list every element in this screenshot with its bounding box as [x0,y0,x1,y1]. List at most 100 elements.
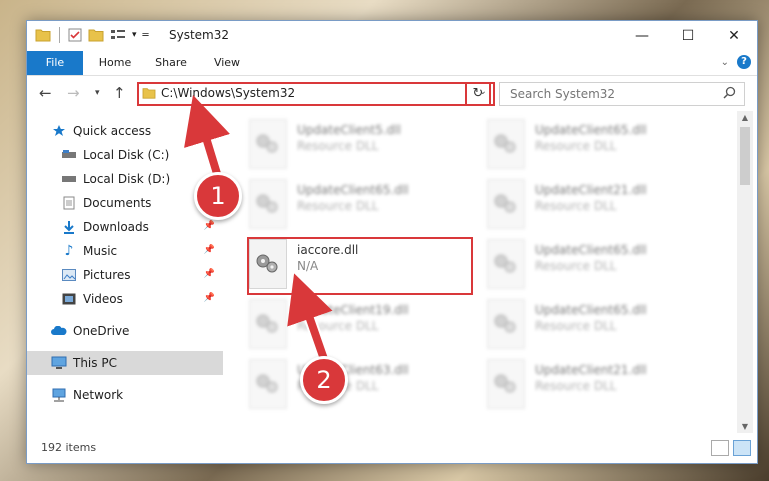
gears-icon [256,194,278,213]
sidebar-item-label: Downloads [83,220,149,234]
file-item[interactable]: UpdateClient21.dll Resource DLL [487,177,717,231]
gears-icon [256,374,278,393]
new-folder-icon[interactable] [88,28,104,42]
search-input[interactable] [508,86,712,102]
scroll-up-icon[interactable]: ▲ [737,113,753,122]
highlight-box [247,237,473,295]
documents-icon [61,195,77,211]
maximize-button[interactable]: ☐ [665,21,711,51]
folder-icon [142,87,156,102]
help-icon[interactable]: ? [737,55,751,69]
file-thumbnail [249,119,287,169]
refresh-button[interactable]: ↻ [465,82,491,106]
sidebar-item-music[interactable]: ♪ Music 📌 [27,239,223,263]
drive-icon [61,171,77,187]
file-item[interactable]: UpdateClient65.dll Resource DLL [487,117,717,171]
file-thumbnail [249,359,287,409]
file-type: Resource DLL [535,379,617,393]
sidebar-item-downloads[interactable]: Downloads 📌 [27,215,223,239]
customize-toolbar-icon[interactable]: ═ [143,30,149,41]
sidebar-item-onedrive[interactable]: OneDrive [27,319,223,343]
file-explorer-window: ▾ ═ System32 — ☐ ✕ File Home Share View … [26,20,758,464]
tab-share[interactable]: Share [145,51,197,75]
gears-icon [494,314,516,333]
file-type: Resource DLL [297,199,379,213]
properties-icon[interactable] [68,28,82,42]
file-item[interactable]: UpdateClient21.dll Resource DLL [487,357,717,411]
divider [59,27,60,43]
forward-arrow-icon[interactable]: → [67,84,80,102]
file-name: UpdateClient65.dll [535,303,647,317]
scroll-thumb[interactable] [740,127,750,185]
pin-icon[interactable]: 📌 [204,221,215,231]
file-thumbnail [487,299,525,349]
file-item[interactable]: UpdateClient65.dll Resource DLL [487,297,717,351]
tab-home[interactable]: Home [89,51,141,75]
gears-icon [256,314,278,333]
sidebar-item-quick-access[interactable]: Quick access [27,119,223,143]
up-arrow-icon[interactable]: ↑ [113,84,126,102]
file-item[interactable]: UpdateClient5.dll Resource DLL [249,117,479,171]
pin-icon[interactable]: 📌 [204,293,215,303]
file-type: Resource DLL [535,139,617,153]
search-box[interactable] [499,82,745,106]
sidebar-item-label: Network [73,388,124,402]
step-badge-1: 1 [194,172,242,220]
folder-icon[interactable] [35,28,51,42]
sidebar-item-label: Pictures [83,268,131,282]
vertical-scrollbar[interactable]: ▲ ▼ [737,111,753,433]
file-type: Resource DLL [297,319,379,333]
file-item[interactable]: UpdateClient65.dll Resource DLL [249,177,479,231]
sidebar-item-network[interactable]: Network [27,383,223,407]
gears-icon [494,134,516,153]
file-thumbnail [487,119,525,169]
tab-file[interactable]: File [27,51,83,75]
sidebar-item-label: Local Disk (C:) [83,148,170,162]
quick-access-toolbar: ▾ ═ [35,27,149,43]
recent-locations-icon[interactable]: ▾ [95,88,100,98]
search-icon[interactable] [723,86,736,102]
sidebar-item-local-disk-d[interactable]: Local Disk (D:) [27,167,223,191]
file-name: UpdateClient21.dll [535,183,647,197]
file-item[interactable]: UpdateClient65.dll Resource DLL [487,237,717,291]
large-icons-view-icon[interactable] [733,440,751,456]
file-item[interactable]: UpdateClient63.dll Resource DLL [249,357,479,411]
sidebar-item-label: OneDrive [73,324,130,338]
file-type: Resource DLL [535,259,617,273]
address-path: C:\Windows\System32 [161,86,296,100]
sidebar-item-videos[interactable]: Videos 📌 [27,287,223,311]
minimize-button[interactable]: — [619,21,665,51]
tab-view[interactable]: View [201,51,253,75]
file-name: UpdateClient65.dll [535,243,647,257]
details-view-icon[interactable] [711,440,729,456]
file-type: Resource DLL [297,139,379,153]
pin-icon[interactable]: 📌 [204,269,215,279]
step-badge-2: 2 [300,356,348,404]
navigation-pane: Quick access Local Disk (C:) Local Disk … [27,111,223,433]
sidebar-item-this-pc[interactable]: This PC [27,351,223,375]
file-thumbnail [487,359,525,409]
ribbon-tabs: File Home Share View ⌄ ? [27,51,757,76]
address-bar[interactable]: C:\Windows\System32 ⌄ [137,82,495,106]
sidebar-item-pictures[interactable]: Pictures 📌 [27,263,223,287]
gears-icon [494,374,516,393]
window-title: System32 [169,28,230,42]
sidebar-item-local-disk-c[interactable]: Local Disk (C:) [27,143,223,167]
pictures-icon [61,267,77,283]
file-name: UpdateClient21.dll [535,363,647,377]
file-name: UpdateClient65.dll [297,183,409,197]
file-type: Resource DLL [535,199,617,213]
sidebar-item-label: Local Disk (D:) [83,172,171,186]
close-button[interactable]: ✕ [711,21,757,51]
view-options-icon[interactable] [110,28,126,42]
back-arrow-icon[interactable]: ← [39,84,52,102]
file-name: UpdateClient19.dll [297,303,409,317]
chevron-down-icon[interactable]: ⌄ [721,57,729,68]
file-item[interactable]: UpdateClient19.dll Resource DLL [249,297,479,351]
pin-icon[interactable]: 📌 [204,245,215,255]
navigation-bar: ← → ▾ ↑ C:\Windows\System32 ⌄ ↻ [27,76,757,110]
network-icon [51,387,67,403]
music-icon: ♪ [64,243,74,259]
chevron-down-icon[interactable]: ▾ [132,30,137,40]
scroll-down-icon[interactable]: ▼ [737,422,753,431]
